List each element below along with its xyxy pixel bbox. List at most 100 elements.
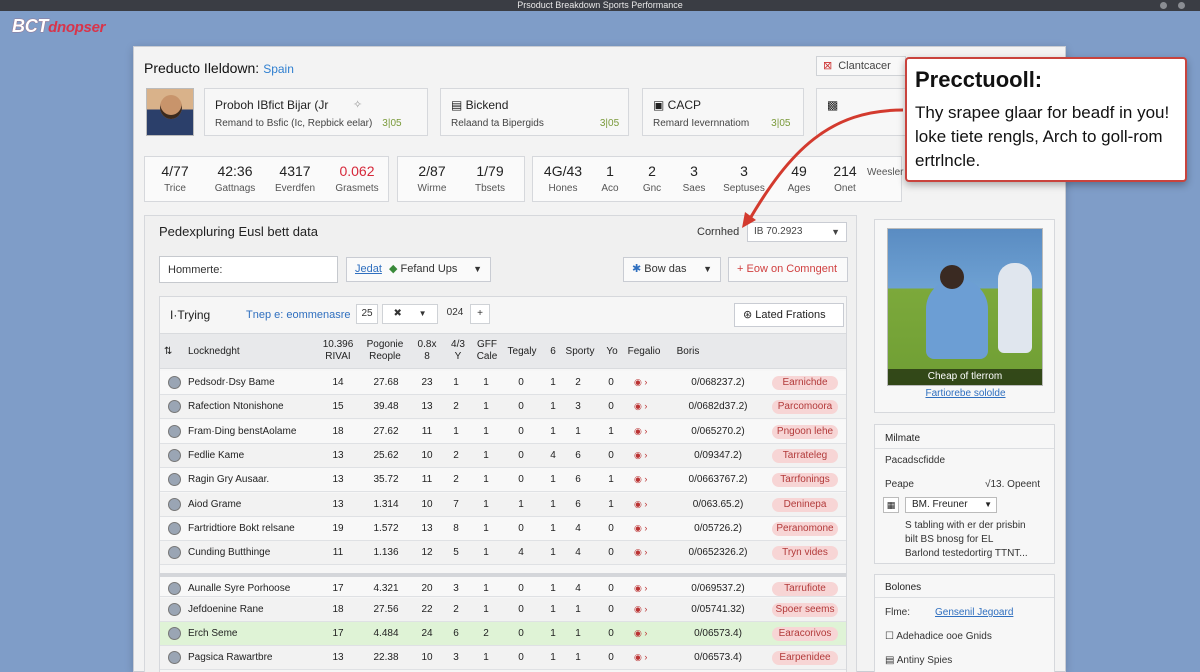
- filter-button[interactable]: Jedat ◆ Fefand Ups ▼: [346, 257, 491, 282]
- status-badge[interactable]: Peranomone: [772, 521, 838, 536]
- pager-page-size[interactable]: 25: [356, 304, 378, 324]
- column-header[interactable]: 0.8x 8: [414, 339, 440, 363]
- status-icon[interactable]: ◉ ›: [634, 426, 647, 437]
- column-header[interactable]: GFF Cale: [472, 339, 502, 363]
- summary-card-1[interactable]: Proboh IBfict Bijar (Jr ✧ Remand to Bsfi…: [204, 88, 428, 136]
- status-badge[interactable]: Spoer seems: [772, 602, 838, 617]
- column-header[interactable]: Sporty: [562, 346, 598, 358]
- sort-button[interactable]: ✱ Bow das ▼: [623, 257, 721, 282]
- window-minimize-icon[interactable]: [1160, 2, 1167, 9]
- search-input[interactable]: Hommerte:: [159, 256, 338, 283]
- status-badge[interactable]: Tryn vides: [772, 546, 838, 561]
- cell-value: 11: [332, 547, 344, 559]
- control-button-label: Clantcacer: [838, 60, 891, 72]
- status-icon[interactable]: ◉ ›: [634, 628, 647, 639]
- cell-value: 1: [550, 474, 556, 486]
- status-icon[interactable]: ◉ ›: [634, 652, 647, 663]
- table-row[interactable]: Aiod Grame 13 1.314 10 7 1 1 1 6 1 ◉ › 0/063.65.2) D…: [160, 492, 846, 517]
- status-icon[interactable]: ◉ ›: [634, 604, 647, 615]
- stat-item: 42:36 Gattnags: [214, 163, 256, 194]
- column-header[interactable]: Yo: [604, 346, 620, 358]
- status-icon[interactable]: ◉ ›: [634, 523, 647, 534]
- details-line[interactable]: ▤ Antiny Spies: [885, 655, 952, 666]
- cell-value: 0: [518, 522, 524, 534]
- table-row[interactable]: Ragin Gry Ausaar. 13 35.72 11 2 1 0 1 6 1 ◉ › 0/066…: [160, 468, 846, 493]
- table-row[interactable]: Fram·Ding benstAolame 18 27.62 11 1 1 0 1 1 1 ◉ › 0…: [160, 419, 846, 444]
- status-badge[interactable]: Earnichde: [772, 376, 838, 390]
- checkbox-icon[interactable]: ☐: [885, 631, 896, 642]
- status-badge[interactable]: Tarrfonings: [772, 473, 838, 488]
- status-icon[interactable]: ◉ ›: [634, 547, 647, 558]
- avatar: [146, 88, 194, 136]
- column-header[interactable]: Fegalio: [624, 346, 664, 358]
- photo-link[interactable]: Fartiorebe sololde: [875, 388, 1056, 399]
- select-label: Cornhed: [697, 226, 740, 238]
- table-link[interactable]: Tnep e: eommenasre: [246, 309, 351, 321]
- status-badge[interactable]: Tarrateleg: [772, 448, 838, 463]
- cell-value: 12: [421, 547, 433, 559]
- cell-value: 0: [608, 547, 614, 559]
- card-subtitle: Relaand ta Bipergids 3|05: [451, 118, 620, 129]
- table-row[interactable]: Rafection Ntonishone 15 39.48 13 2 1 0 1 3 0 ◉ › 0/…: [160, 395, 846, 420]
- table-row[interactable]: Fartridtiore Bokt relsane 19 1.572 13 8 1 0 1 4 0…: [160, 516, 846, 541]
- status-icon[interactable]: ◉ ›: [634, 450, 647, 461]
- cell-value: 0: [608, 449, 614, 461]
- status-badge[interactable]: Earpenidee: [772, 651, 838, 666]
- info-dropdown[interactable]: BM. Freuner ▼: [905, 497, 997, 513]
- pager-select[interactable]: ✖ ▼: [382, 304, 438, 324]
- table-row[interactable]: Jefdoenine Rane 18 27.56 22 2 1 0 1 1 0 ◉ › 0/05741…: [160, 597, 846, 622]
- cell-name: Ragin Gry Ausaar.: [188, 474, 270, 486]
- status-badge[interactable]: Earacorivos: [772, 627, 838, 641]
- status-badge[interactable]: Tarrufiote: [772, 582, 838, 597]
- media-card: Cheap of tlerrom Fartiorebe sololde: [874, 219, 1055, 413]
- status-badge[interactable]: Parcomoora: [772, 400, 838, 415]
- table-row[interactable]: Cunding Butthinge 11 1.136 12 5 1 4 1 4 0 ◉ › 0/065…: [160, 541, 846, 566]
- player-photo[interactable]: Cheap of tlerrom: [887, 228, 1043, 386]
- info-text: S tabling with er der prisbin: [905, 520, 1026, 531]
- column-header[interactable]: 6: [546, 346, 560, 358]
- table-row[interactable]: Fedlie Kame 13 25.62 10 2 1 0 4 6 0 ◉ › 0/09347.2) T…: [160, 443, 846, 468]
- summary-card-3[interactable]: ▣ CACP Remard Ievernnatiom 3|05: [642, 88, 804, 136]
- column-header[interactable]: Locknedght: [188, 346, 240, 358]
- status-icon[interactable]: ◉ ›: [634, 401, 647, 412]
- window-close-icon[interactable]: [1178, 2, 1185, 9]
- stat-item: 3 Septuses: [723, 163, 765, 194]
- column-header[interactable]: Pogonie Reople: [362, 339, 408, 363]
- details-line[interactable]: ☐ Adehadice ooe Gnids: [885, 631, 992, 642]
- date-select[interactable]: IB 70.2923 ▼: [747, 222, 847, 242]
- table-row[interactable]: Aunalle Syre Porhoose 17 4.321 20 3 1 0 1 4 0 ◉ › 0…: [160, 573, 846, 598]
- status-icon[interactable]: ◉ ›: [634, 377, 647, 388]
- sparkle-icon: ✧: [353, 99, 363, 111]
- add-row-button[interactable]: +: [470, 304, 490, 324]
- summary-card-2[interactable]: ▤ Bickend Relaand ta Bipergids 3|05: [440, 88, 629, 136]
- column-sort-icon[interactable]: ⇅: [164, 346, 172, 358]
- filter-icon: ⊛: [743, 309, 756, 321]
- details-link[interactable]: Gensenil Jegoard: [935, 607, 1013, 618]
- cell-score: 0/069537.2): [691, 583, 745, 595]
- table-row[interactable]: Pedsodr·Dsy Bame 14 27.68 23 1 1 0 1 2 0 ◉ › 0/0682…: [160, 371, 846, 395]
- column-header[interactable]: Boris: [670, 346, 706, 358]
- cell-value: 1: [608, 474, 614, 486]
- export-button[interactable]: + Eow on Comngent: [728, 257, 848, 282]
- cell-value: 4: [518, 547, 524, 559]
- grid-icon[interactable]: ▦: [883, 497, 899, 513]
- table-row[interactable]: Pagsica Rawartbre 13 22.38 10 3 1 0 1 1 0 ◉ › 0/065…: [160, 646, 846, 671]
- player-avatar-icon: [168, 424, 181, 438]
- chevron-down-icon: ▼: [984, 500, 992, 509]
- latest-button[interactable]: ⊛ Lated Frations: [734, 303, 844, 327]
- status-icon[interactable]: ◉ ›: [634, 499, 647, 510]
- cell-value: 0: [518, 652, 524, 664]
- cell-value: 1: [483, 401, 489, 413]
- status-icon[interactable]: ◉ ›: [634, 583, 647, 594]
- summary-card-4[interactable]: ▩: [816, 88, 906, 136]
- column-header[interactable]: 4/3 Y: [448, 339, 468, 363]
- status-icon[interactable]: ◉ ›: [634, 474, 647, 485]
- control-button[interactable]: ⊠ Clantcacer: [816, 56, 906, 76]
- status-badge[interactable]: Pngoon lehe: [772, 424, 838, 439]
- column-header[interactable]: Tegaly: [504, 346, 540, 358]
- table-row[interactable]: Erch Seme 17 4.484 24 6 2 0 1 1 0 ◉ › 0/06573.4) Ear…: [160, 622, 846, 646]
- column-header[interactable]: 10.396 RIVAI: [318, 339, 358, 363]
- page-subtitle-link[interactable]: Spain: [263, 62, 294, 76]
- status-badge[interactable]: Deninepa: [772, 497, 838, 512]
- cell-value: 6: [575, 498, 581, 510]
